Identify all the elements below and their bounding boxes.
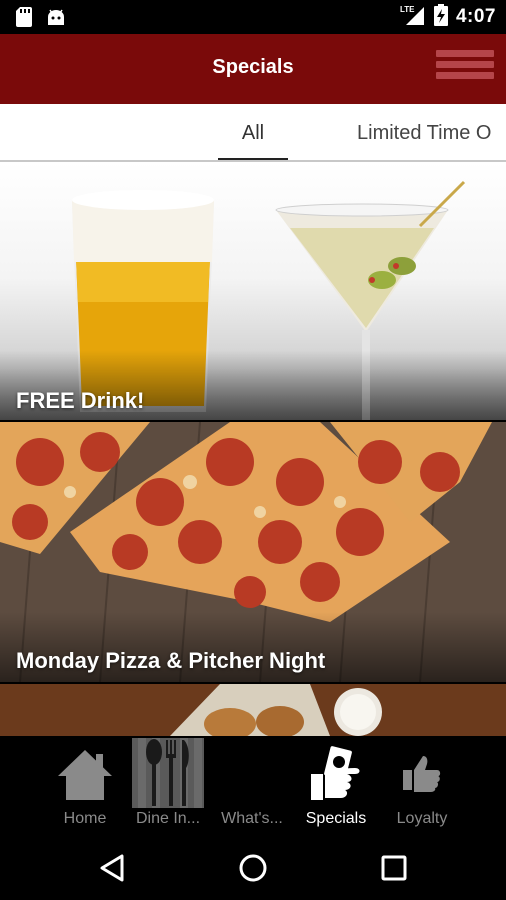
- battery-charging-icon: [433, 3, 448, 31]
- utensils-icon: [132, 738, 204, 813]
- hamburger-line: [436, 72, 494, 79]
- status-bar: LTE 4:07: [0, 0, 506, 34]
- nav-dine-in[interactable]: Dine In...: [126, 736, 210, 836]
- special-card-free-drink[interactable]: FREE Drink!: [0, 162, 506, 420]
- nav-home[interactable]: Home: [43, 736, 127, 836]
- system-nav-bar: [0, 836, 506, 900]
- special-card-wings[interactable]: [0, 684, 506, 736]
- nav-specials[interactable]: Specials: [294, 736, 378, 836]
- sd-card-icon: [16, 7, 32, 27]
- active-tab-indicator: [218, 158, 288, 160]
- svg-text:LTE: LTE: [400, 5, 415, 14]
- nav-label: Home: [63, 810, 107, 827]
- special-title: Monday Pizza & Pitcher Night: [16, 648, 326, 673]
- thumbs-up-icon: [403, 754, 441, 797]
- notification-icons: [16, 7, 66, 27]
- back-button[interactable]: [96, 852, 132, 884]
- specials-ticket-icon: [309, 744, 363, 807]
- hamburger-menu-icon: [436, 50, 494, 57]
- wings-photo: [0, 684, 506, 736]
- home-system-button[interactable]: [235, 852, 271, 884]
- square-recents-icon: [381, 855, 407, 881]
- specials-tab-bar: All Limited Time O: [0, 104, 506, 162]
- android-icon: [46, 7, 66, 27]
- app-bar: Specials: [0, 34, 506, 104]
- bottom-nav: Home Dine In... What's... Specials Loyal…: [0, 736, 506, 836]
- recents-button[interactable]: [376, 852, 412, 884]
- nav-label: Specials: [305, 810, 367, 827]
- tab-all[interactable]: All: [218, 122, 288, 145]
- special-title: FREE Drink!: [16, 388, 145, 413]
- nav-label: Loyalty: [396, 810, 448, 827]
- back-icon: [100, 854, 124, 882]
- lte-signal-icon: LTE: [400, 4, 426, 31]
- tab-limited-time[interactable]: Limited Time O: [357, 122, 491, 145]
- system-status: LTE 4:07: [400, 3, 496, 31]
- nav-whats-new[interactable]: What's...: [210, 736, 294, 836]
- special-card-pizza-night[interactable]: Monday Pizza & Pitcher Night: [0, 422, 506, 682]
- circle-home-icon: [239, 854, 267, 882]
- home-icon: [56, 744, 114, 805]
- nav-label: What's...: [221, 810, 283, 827]
- hamburger-line: [436, 61, 494, 68]
- nav-loyalty[interactable]: Loyalty: [380, 736, 464, 836]
- clock: 4:07: [455, 6, 496, 27]
- menu-button[interactable]: [436, 50, 494, 88]
- nav-label: Dine In...: [135, 810, 201, 827]
- page-title: Specials: [212, 56, 294, 78]
